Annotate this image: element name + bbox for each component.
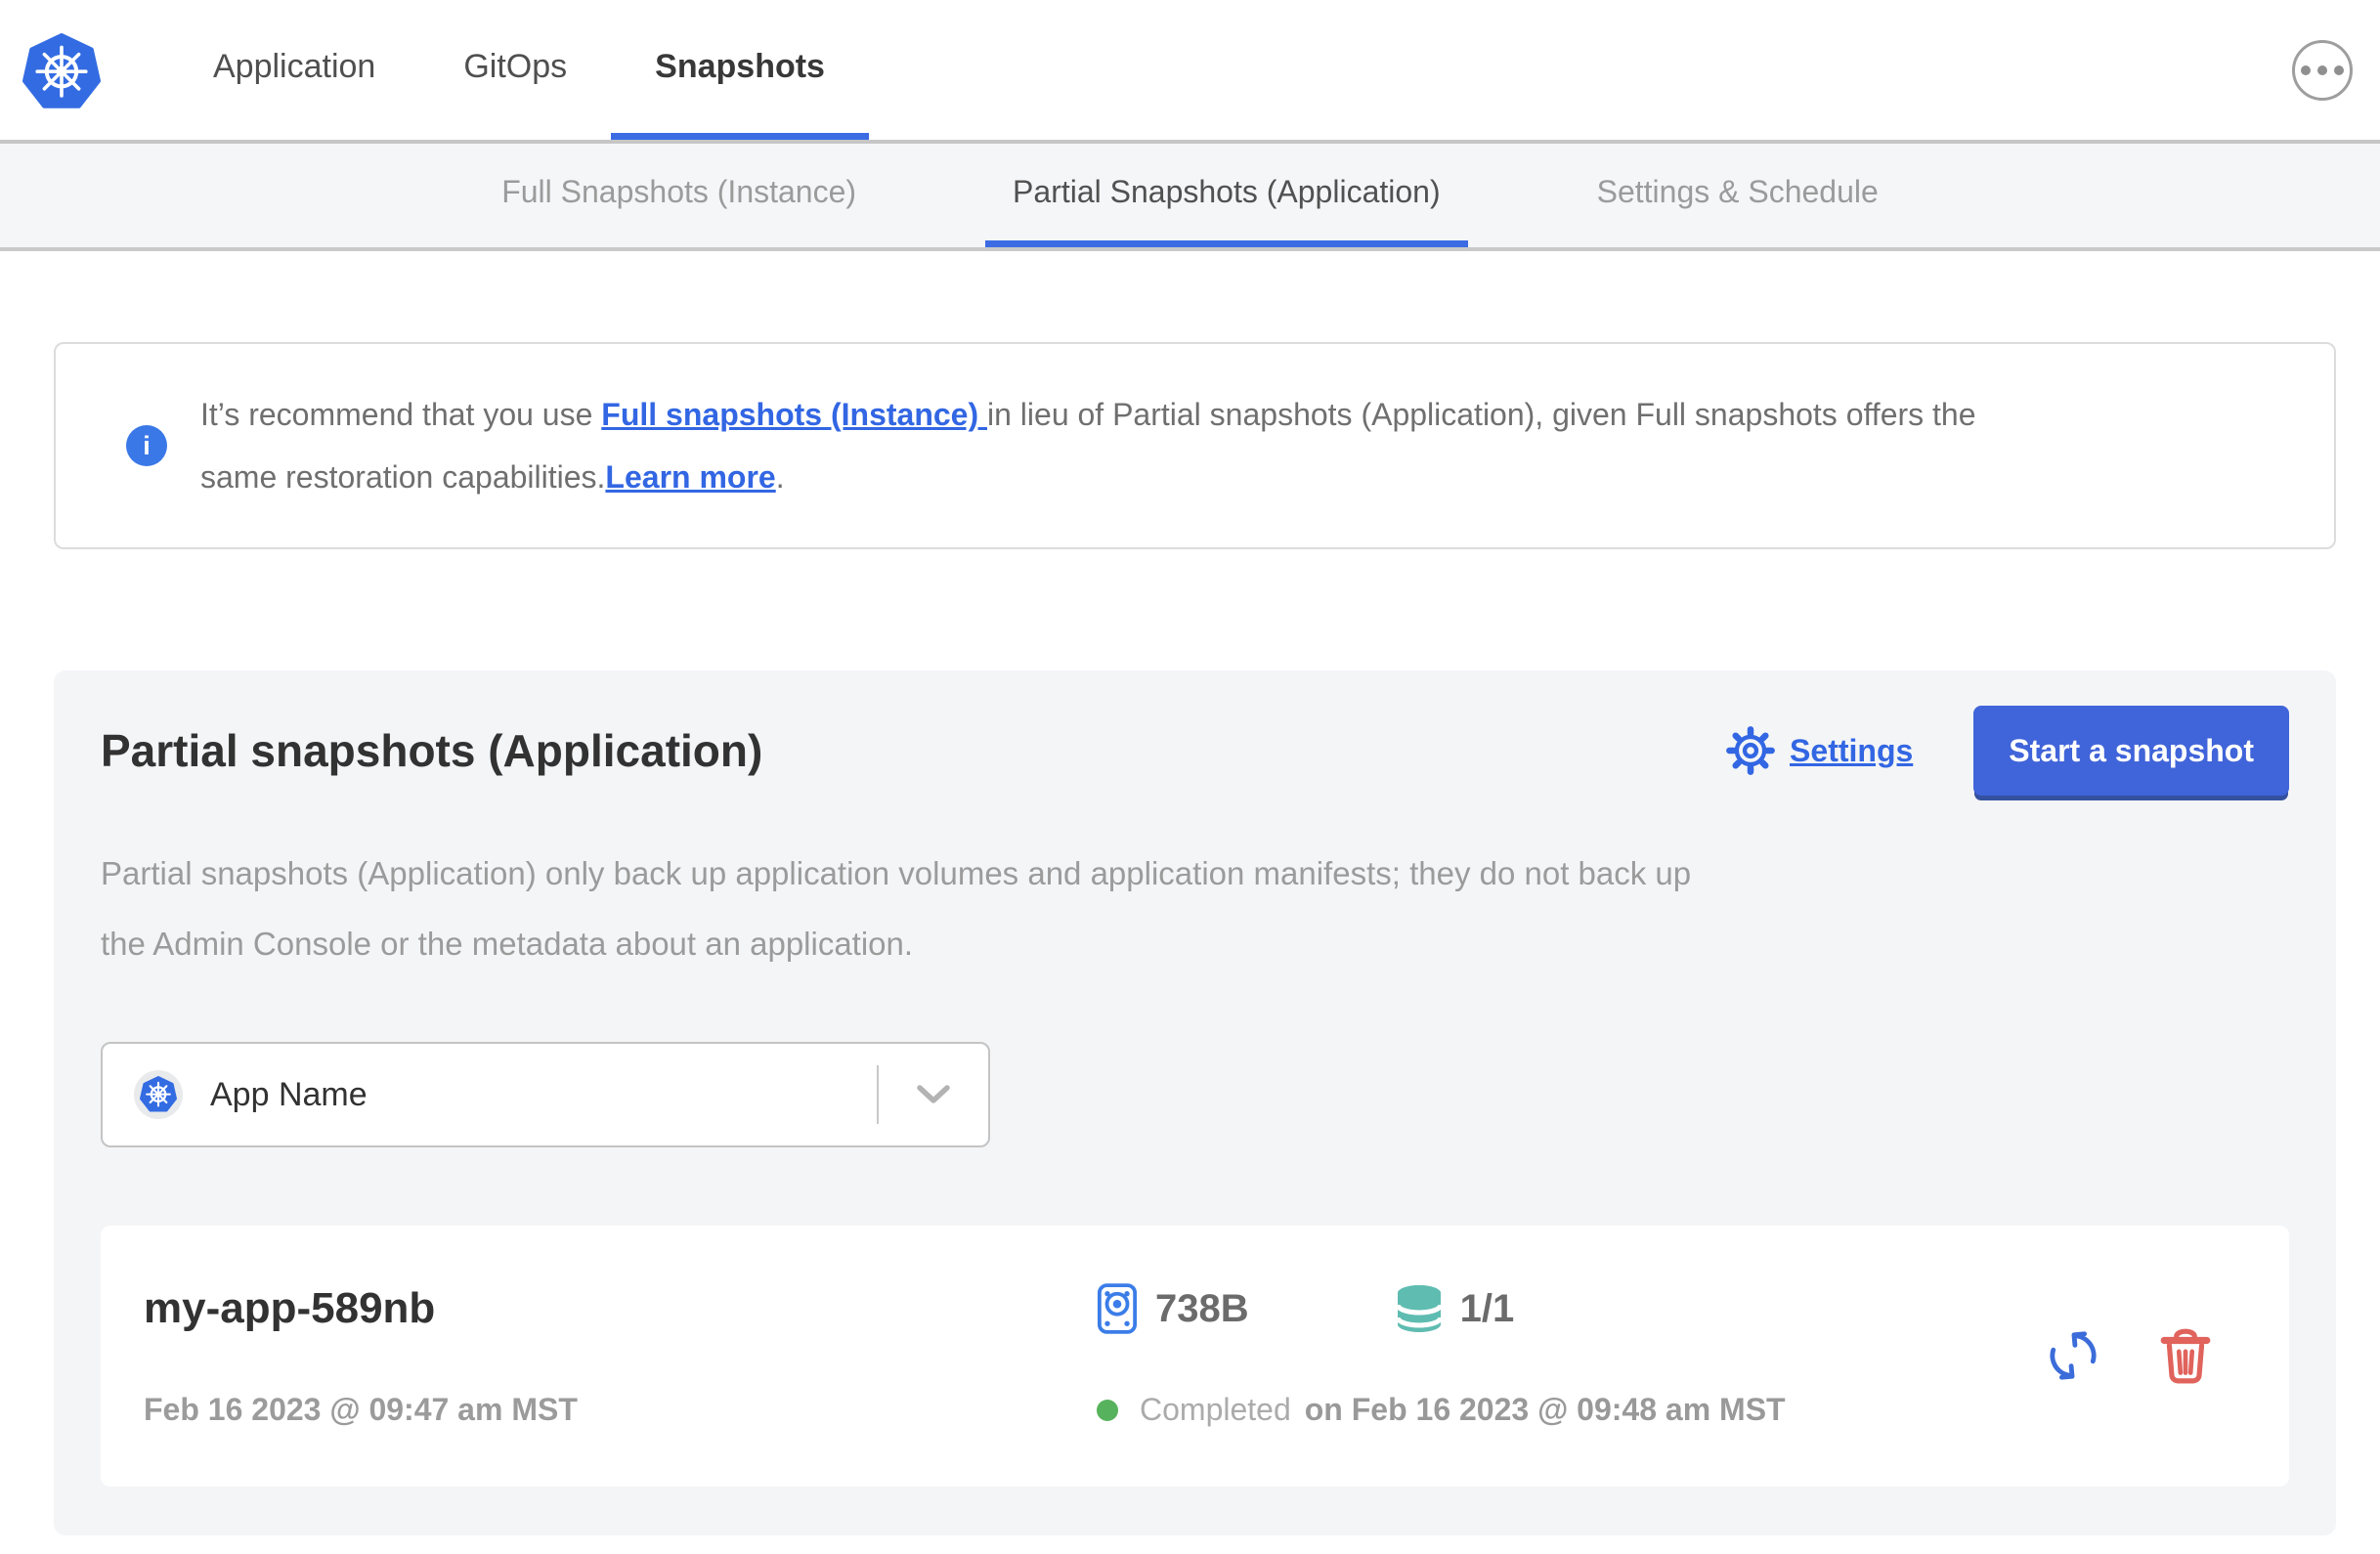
info-icon: i [126,425,167,466]
snapshot-row[interactable]: my-app-589nb Feb 16 2023 @ 09:47 am MST … [101,1226,2289,1487]
ellipsis-dot [2301,65,2311,75]
tab-full-snapshots[interactable]: Full Snapshots (Instance) [474,144,884,247]
full-snapshots-link[interactable]: Full snapshots (Instance) [601,397,987,432]
database-icon [1395,1285,1443,1332]
status-timestamp: on Feb 16 2023 @ 09:48 am MST [1304,1392,1786,1427]
kubernetes-logo-icon [22,32,101,108]
banner-text-segment: in lieu of Partial snapshots (Applicatio… [987,397,1976,432]
app-name-select[interactable]: App Name [101,1042,990,1147]
snapshot-volume-count: 1/1 [1459,1286,1515,1330]
banner-text-segment: It’s recommend that you use [200,397,602,432]
snapshot-volumes-stat: 1/1 [1395,1283,1515,1334]
app-badge [134,1070,183,1119]
snapshots-subnav: Full Snapshots (Instance) Partial Snapsh… [0,144,2380,251]
snapshot-stats: 738B 1/1 [1097,1282,2045,1335]
snapshot-size-stat: 738B [1097,1282,1249,1335]
nav-snapshots[interactable]: Snapshots [611,0,869,140]
restore-snapshot-button[interactable] [2045,1325,2101,1386]
settings-label: Settings [1790,732,1914,768]
panel-title: Partial snapshots (Application) [101,725,763,776]
gear-icon [1726,726,1775,775]
description-line: Partial snapshots (Application) only bac… [101,855,1692,891]
main-nav: Application GitOps Snapshots [169,0,869,140]
ellipsis-menu-button[interactable] [2292,39,2353,101]
status-label: Completed [1140,1392,1291,1427]
ellipsis-dot [2317,65,2327,75]
nav-application[interactable]: Application [169,0,419,140]
snapshot-actions [2045,1325,2211,1386]
chevron-down-icon[interactable] [879,1084,988,1105]
description-line: the Admin Console or the metadata about … [101,926,914,962]
restore-icon [2050,1330,2097,1380]
snapshot-name: my-app-589nb [144,1284,436,1332]
delete-snapshot-button[interactable] [2160,1326,2211,1385]
partial-snapshots-panel: Partial snapshots (Application) Settings… [54,670,2336,1535]
snapshot-status: Completed on Feb 16 2023 @ 09:48 am MST [1097,1392,2045,1428]
snapshot-created-date: Feb 16 2023 @ 09:47 am MST [144,1392,578,1427]
tab-partial-snapshots[interactable]: Partial Snapshots (Application) [985,144,1468,247]
banner-text-segment: same restoration capabilities. [200,459,606,495]
ellipsis-dot [2334,65,2344,75]
learn-more-link[interactable]: Learn more [605,459,775,495]
banner-text-segment: . [775,459,785,495]
panel-header: Partial snapshots (Application) Settings… [101,706,2289,796]
app-select-value: App Name [210,1075,368,1113]
trash-icon [2160,1328,2211,1383]
top-header: Application GitOps Snapshots [0,0,2380,144]
start-snapshot-button[interactable]: Start a snapshot [1973,706,2289,796]
nav-gitops[interactable]: GitOps [419,0,611,140]
snapshot-settings-link[interactable]: Settings [1725,725,1913,776]
banner-text: It’s recommend that you use Full snapsho… [200,383,1976,508]
info-banner: i It’s recommend that you use Full snaps… [54,342,2336,549]
snapshot-size: 738B [1155,1286,1249,1330]
status-dot-icon [1097,1399,1118,1421]
kubernetes-app-icon [140,1076,177,1112]
panel-description: Partial snapshots (Application) only bac… [101,839,2289,979]
volume-disk-icon [1097,1283,1138,1334]
tab-settings-schedule[interactable]: Settings & Schedule [1570,144,1906,247]
